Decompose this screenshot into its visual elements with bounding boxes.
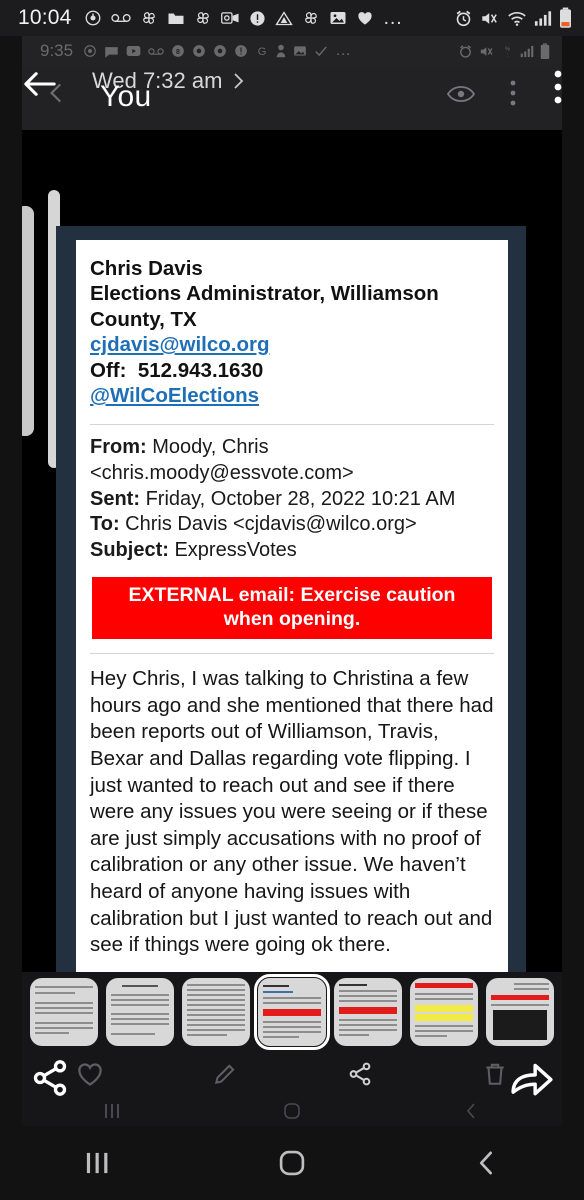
forward-button[interactable] (510, 1058, 554, 1098)
heart-icon (357, 12, 372, 25)
header-label-sent: Sent: (90, 487, 140, 510)
outer-action-bar (0, 1040, 584, 1116)
phone-screen: 10:04 … 9:35 8 G … %: Wed 7:32 am Chris… (0, 0, 584, 1200)
nested-screenshot-image: 9:35 8 G … %: Wed 7:32 am Chris Davis El… (22, 36, 562, 1126)
back-chevron-icon (479, 1151, 492, 1175)
header-value-sent: Friday, October 28, 2022 10:21 AM (145, 487, 456, 510)
email-document-page: Chris Davis Elections Administrator, Wil… (76, 240, 508, 972)
outer-overflow-menu-button[interactable] (554, 70, 562, 104)
forward-arrow-icon (511, 1063, 553, 1096)
header-label-from: From: (90, 436, 147, 459)
header-label-subject: Subject: (90, 538, 169, 561)
photo-viewer-stage[interactable]: Chris Davis Elections Administrator, Wil… (22, 130, 562, 972)
pinwheel-icon (196, 12, 209, 24)
email-body-text: Hey Chris, I was talking to Christina a … (90, 666, 494, 957)
list-item[interactable] (30, 978, 98, 1046)
mute-vibrate-icon (482, 12, 497, 24)
email-header-sent: Sent: Friday, October 28, 2022 10:21 AM (90, 487, 494, 513)
outer-status-bar: 10:04 … (0, 0, 584, 36)
divider-below-banner (90, 652, 494, 654)
back-button[interactable] (389, 1150, 584, 1176)
email-header-subject: Subject: ExpressVotes (90, 538, 494, 564)
signature-name: Chris Davis (90, 257, 203, 280)
wifi-icon (508, 12, 526, 26)
home-icon (279, 1150, 305, 1176)
home-button[interactable] (195, 1149, 390, 1177)
signature-phone: Off: 512.943.1630 (90, 358, 494, 383)
adjacent-photo-sliver-left-outer[interactable] (22, 206, 34, 436)
alert-icon (249, 10, 265, 26)
folder-icon (168, 13, 184, 24)
email-header-to: To: Chris Davis <cjdavis@wilco.org> (90, 512, 494, 538)
divider-above-headers (90, 424, 494, 426)
outer-app-header: You (0, 36, 584, 124)
header-value-to: Chris Davis <cjdavis@wilco.org> (125, 513, 417, 536)
recents-icon (87, 1152, 108, 1174)
header-value-subject: ExpressVotes (174, 538, 297, 561)
list-item[interactable] (254, 974, 330, 1050)
signature-email-link[interactable]: cjdavis@wilco.org (90, 332, 494, 357)
kebab-menu-icon (554, 70, 562, 104)
overflow-dots: … (382, 7, 404, 29)
share-nodes-icon (33, 1060, 67, 1096)
alarm-icon (456, 10, 471, 26)
outer-status-notification-icons: … (84, 7, 404, 29)
external-email-warning-banner: EXTERNAL email: Exercise caution when op… (92, 577, 492, 639)
share-button[interactable] (30, 1058, 70, 1098)
page-title: You (100, 80, 152, 113)
signature-phone-label: Off: (90, 358, 127, 382)
signature-twitter-link[interactable]: @WilCoElections (90, 383, 494, 408)
pinwheel-icon (142, 12, 155, 24)
email-header-from-address: <chris.moody@essvote.com> (90, 462, 354, 485)
outer-status-system-icons (454, 0, 572, 36)
battery-low-icon (560, 7, 571, 28)
list-item[interactable] (334, 978, 402, 1046)
signal-icon (534, 10, 552, 26)
list-item[interactable] (410, 978, 478, 1046)
email-signature-block: Chris Davis Elections Administrator, Wil… (90, 256, 494, 408)
list-item[interactable] (106, 978, 174, 1046)
header-value-from: Moody, Chris (152, 436, 269, 459)
outer-navigation-bar (0, 1126, 584, 1200)
email-header-block: From: Moody, Chris <chris.moody@essvote.… (90, 435, 494, 563)
outer-status-clock: 10:04 (18, 6, 72, 29)
email-document-image[interactable]: Chris Davis Elections Administrator, Wil… (56, 226, 526, 972)
photos-icon (330, 12, 346, 24)
drive-icon (274, 10, 293, 25)
voicemail-icon (110, 14, 131, 22)
email-header-from: From: Moody, Chris (90, 435, 494, 461)
signature-phone-number: 512.943.1630 (137, 358, 264, 382)
outlook-icon (220, 12, 239, 24)
list-item[interactable] (182, 978, 250, 1046)
list-item[interactable] (486, 978, 554, 1046)
back-arrow-icon (24, 72, 56, 96)
clock-app-icon (85, 10, 100, 26)
pinwheel-icon (304, 12, 317, 24)
header-label-to: To: (90, 513, 120, 536)
signature-role: Elections Administrator, Williamson Coun… (90, 282, 439, 331)
recents-button[interactable] (0, 1150, 195, 1176)
outer-back-button[interactable] (22, 66, 58, 102)
